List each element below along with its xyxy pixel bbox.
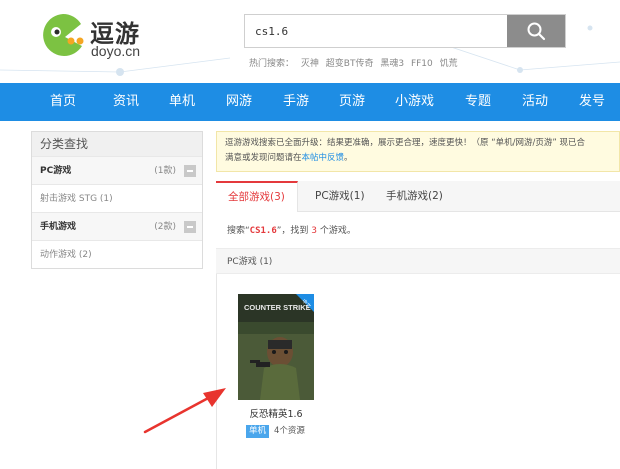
collapse-icon[interactable] [184,221,196,233]
nav-item-news[interactable]: 资讯 [113,83,139,121]
cover-title: COUNTER STRIKE [244,303,311,312]
game-resource-count[interactable]: 4个资源 [274,425,305,438]
nav-item-webgame[interactable]: 页游 [339,83,365,121]
sidebar-category-label: PC游戏 [40,166,72,176]
nav-item-topics[interactable]: 专题 [465,83,491,121]
collapse-icon[interactable] [184,165,196,177]
logo-domain: doyo.cn [91,43,141,59]
search-result-summary: 搜索“CS1.6”，找到 3 个游戏。 [227,223,356,236]
nav-item-single[interactable]: 单机 [169,83,195,121]
search-icon [527,22,546,41]
sidebar-category-mobile[interactable]: 手机游戏 (2款) [32,212,202,240]
nav-item-mobile[interactable]: 手游 [283,83,309,121]
sidebar-title: 分类查找 [32,132,202,156]
hot-term[interactable]: 灭神 [301,59,319,69]
nav-item-events[interactable]: 活动 [522,83,548,121]
game-cover-art: COUNTER STRIKE 中文 [238,294,314,400]
tab-mobile-games[interactable]: 手机游戏(2) [386,181,443,212]
notice-text: 逗游游戏搜索已全面升级：结果更准确，展示更合理，速度更快！（原 “单机/网游/页… [225,138,585,148]
section-header-pc: PC游戏 (1) [216,248,620,274]
nav-item-minigame[interactable]: 小游戏 [395,83,434,121]
game-title-link[interactable]: 反恐精英1.6 [238,406,314,420]
result-text: ”，找到 [276,226,312,236]
search-input[interactable] [245,15,507,47]
upgrade-notice: 逗游游戏搜索已全面升级：结果更准确，展示更合理，速度更快！（原 “单机/网游/页… [216,131,620,172]
result-tabs: 全部游戏(3) PC游戏(1) 手机游戏(2) [216,181,620,212]
game-cover-image[interactable]: COUNTER STRIKE 中文 [238,294,314,400]
site-header: 逗游 doyo.cn 热门搜索： 灭神 超变BT传奇 黑魂3 FF10 饥荒 [0,0,620,83]
content-divider [216,274,217,469]
sidebar-subcategory-action[interactable]: 动作游戏 (2) [32,240,202,268]
notice-text: 满意或发现问题请在 [225,153,302,163]
hot-term[interactable]: 黑魂3 [380,59,404,69]
search-button[interactable] [507,15,565,47]
result-text: 搜索“ [227,226,250,236]
hot-searches: 热门搜索： 灭神 超变BT传奇 黑魂3 FF10 饥荒 [249,56,462,69]
logo-pacman-icon [43,13,84,56]
hot-label: 热门搜索： [249,59,295,69]
hot-term[interactable]: 超变BT传奇 [326,59,374,69]
search-box [244,14,566,48]
sidebar-category-count: (2款) [154,222,176,232]
game-platform-badge[interactable]: 单机 [246,425,270,438]
sidebar-category-count: (1款) [154,166,176,176]
tab-pc-games[interactable]: PC游戏(1) [315,181,365,212]
nav-item-home[interactable]: 首页 [50,83,76,121]
sidebar-category-label: 手机游戏 [40,222,77,232]
main-nav: 首页 资讯 单机 网游 手游 页游 小游戏 专题 活动 发号 [0,83,620,121]
feedback-link[interactable]: 本帖中反馈 [302,153,345,163]
nav-item-codes[interactable]: 发号 [579,83,605,121]
hot-term[interactable]: FF10 [411,59,433,69]
result-keyword: CS1.6 [249,226,277,236]
result-text: 个游戏。 [317,226,356,236]
notice-feedback-line: 满意或发现问题请在本帖中反馈。 [225,151,611,166]
hot-term[interactable]: 饥荒 [440,59,458,69]
site-logo[interactable]: 逗游 doyo.cn [38,10,148,60]
category-sidebar: 分类查找 PC游戏 (1款) 射击游戏 STG (1) 手机游戏 (2款) 动作… [31,131,203,269]
sidebar-subcategory-stg[interactable]: 射击游戏 STG (1) [32,184,202,212]
tab-all-games[interactable]: 全部游戏(3) [216,181,298,212]
sidebar-category-pc[interactable]: PC游戏 (1款) [32,156,202,184]
notice-text: 。 [344,153,353,163]
nav-item-online[interactable]: 网游 [226,83,252,121]
